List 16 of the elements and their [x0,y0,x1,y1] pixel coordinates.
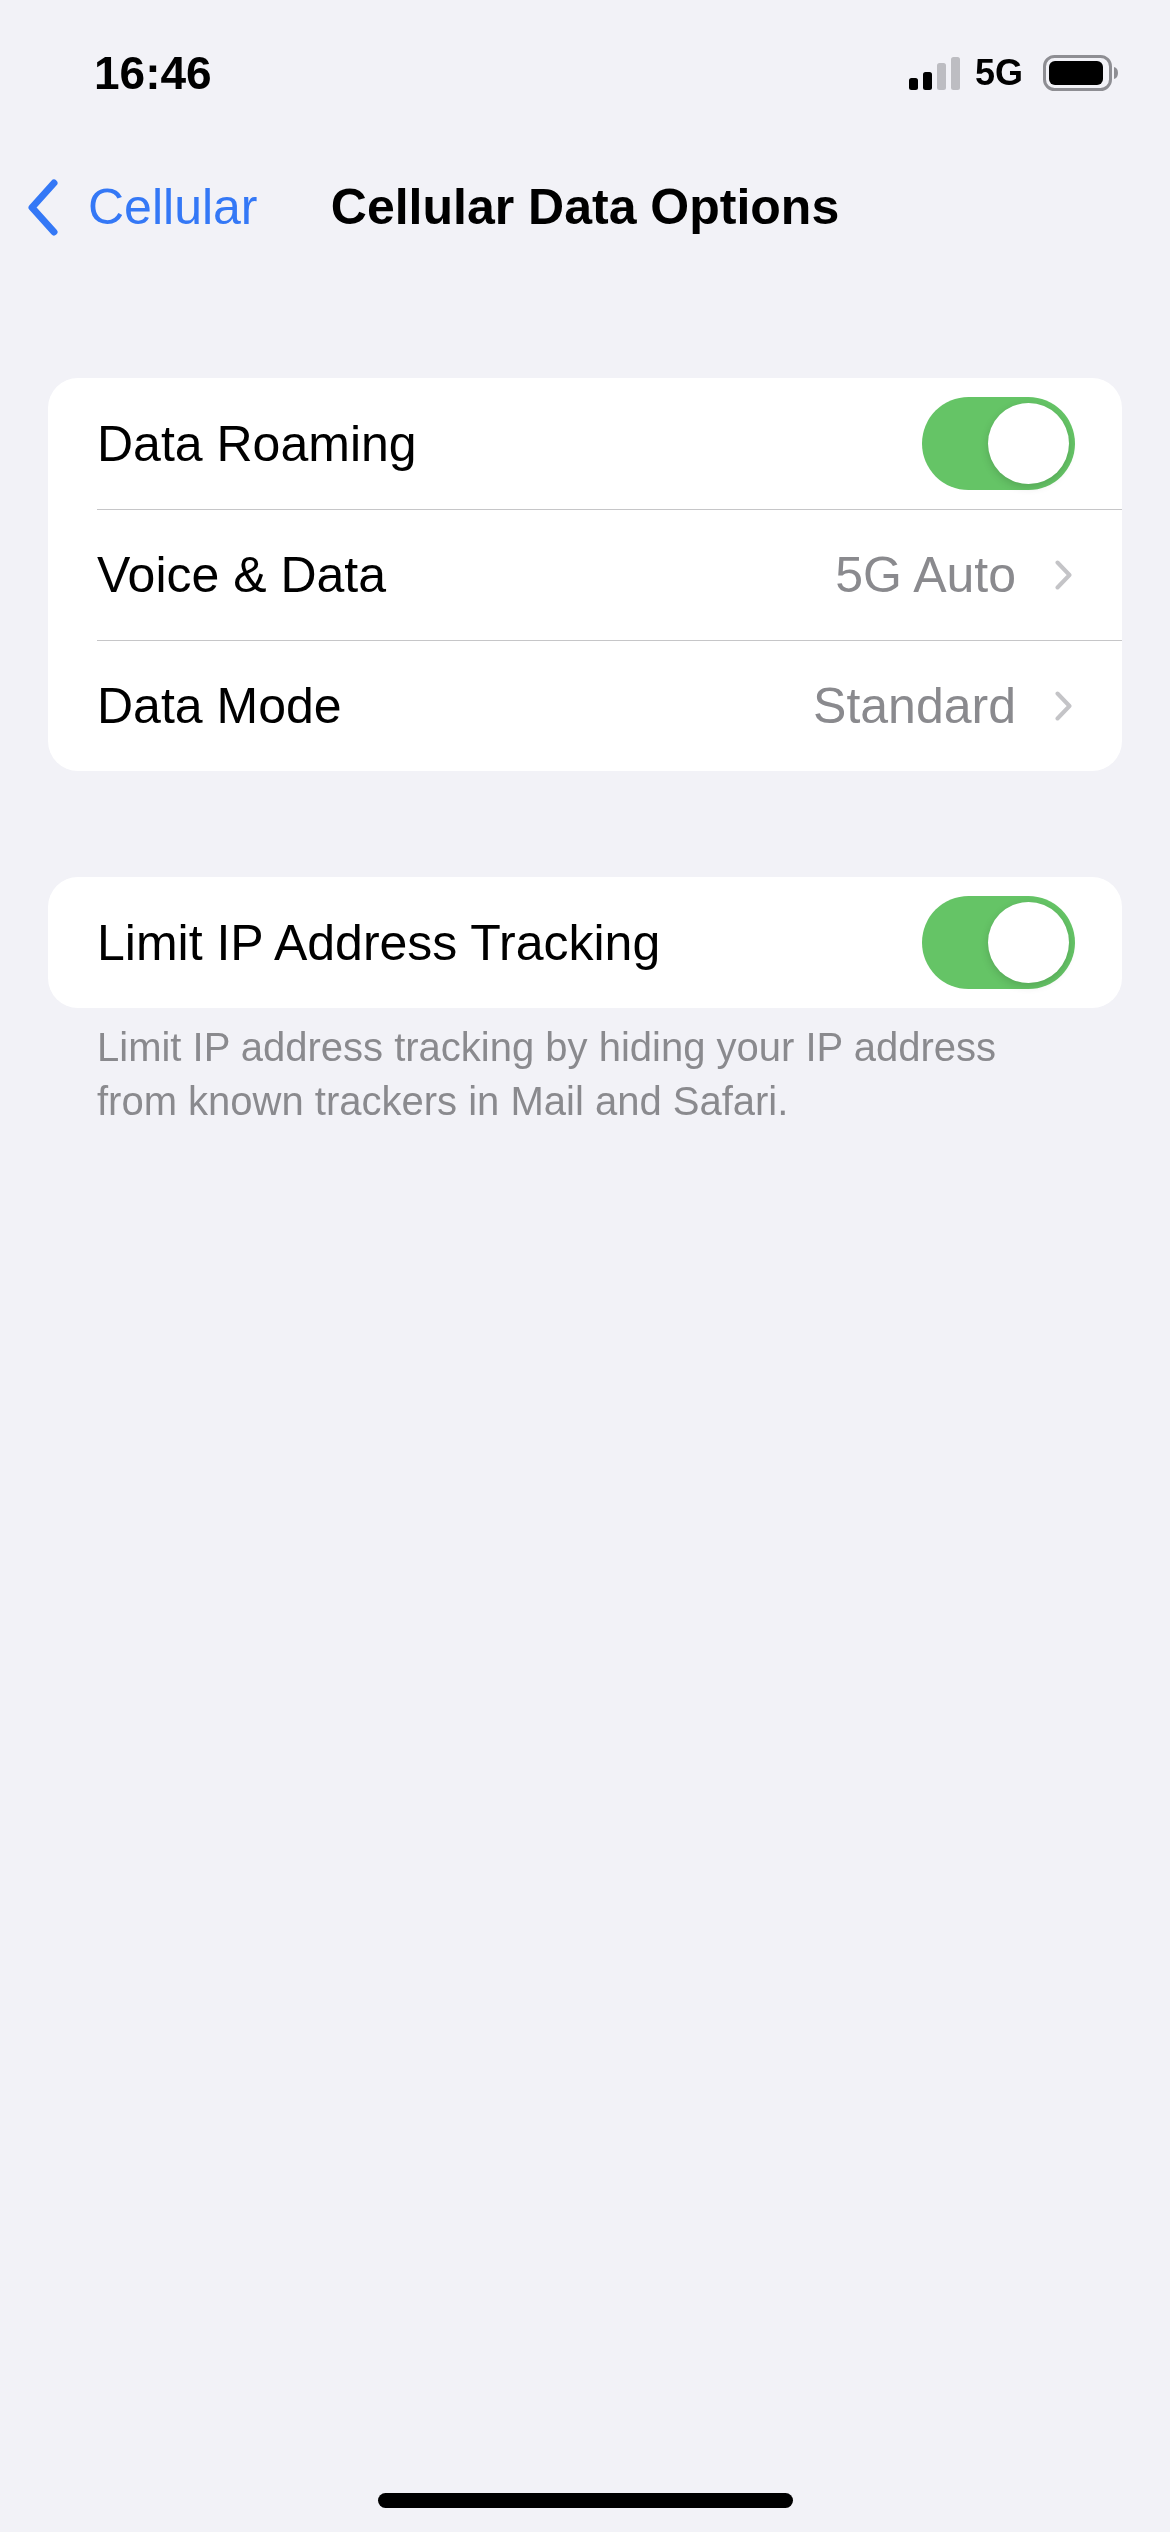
nav-title: Cellular Data Options [330,178,840,237]
row-label: Limit IP Address Tracking [97,913,662,973]
row-label: Voice & Data [97,546,388,605]
row-label: Data Mode [97,677,343,736]
battery-icon [1043,55,1119,91]
chevron-right-icon [1055,691,1072,721]
row-value: Standard [813,677,1016,736]
chevron-left-icon [28,178,58,236]
back-button[interactable]: Cellular [0,177,258,237]
chevron-right-icon [1055,560,1072,590]
network-type: 5G [974,55,1023,91]
footer-text: Limit IP address tracking by hiding your IP address from known trackers in Mail and Safari. [97,1024,997,1125]
status-time: 16:46 [94,50,212,96]
row-value: 5G Auto [835,546,1016,605]
row-label: Data Roaming [97,414,418,474]
signal-icon [908,56,960,90]
